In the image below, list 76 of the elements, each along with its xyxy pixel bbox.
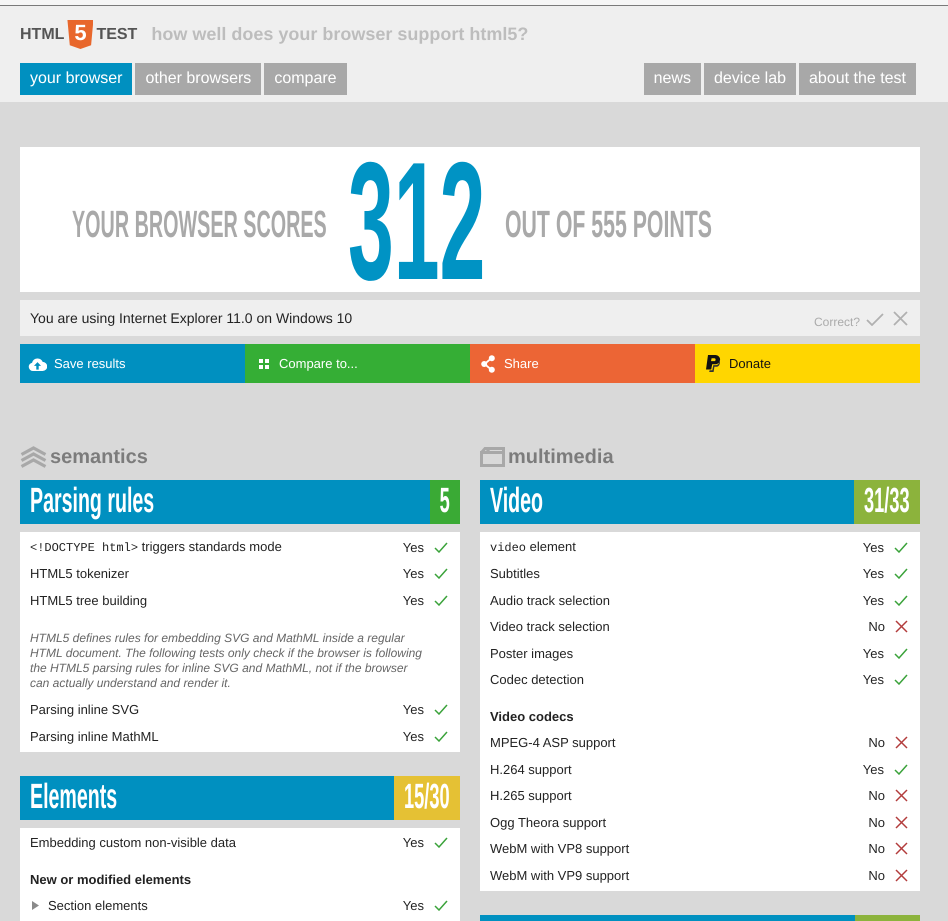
test-name: Embedding custom non-visible data xyxy=(30,835,236,850)
score-badge: 5 xyxy=(430,480,460,524)
logo-shield: 5 xyxy=(67,20,94,49)
subheading: Video codecs xyxy=(490,708,574,724)
test-name: Codec detection xyxy=(490,672,584,688)
nav-tab[interactable]: compare xyxy=(264,63,347,95)
action-button[interactable]: Compare to... xyxy=(245,344,470,383)
test-result: Yes xyxy=(862,592,884,608)
test-name: Subtitles xyxy=(490,566,540,582)
test-result: No xyxy=(868,619,885,634)
nav-tab[interactable]: about the test xyxy=(799,63,916,95)
test-name: MPEG-4 ASP support xyxy=(490,735,616,750)
test-name: Ogg Theora support xyxy=(490,814,606,830)
test-name: H.264 support xyxy=(490,762,572,777)
section-title: Elements xyxy=(30,778,118,816)
test-name: WebM with VP9 support xyxy=(490,868,630,883)
cloud-upload-icon xyxy=(28,356,47,370)
test-result: No xyxy=(868,841,885,856)
correct-prompt: Correct? xyxy=(814,314,860,328)
test-result: Yes xyxy=(862,540,884,555)
share-icon xyxy=(481,354,495,372)
score-number: 312 xyxy=(348,154,486,289)
subheading: New or modified elements xyxy=(30,872,192,887)
logo-text: HTML xyxy=(20,26,64,44)
test-result: Yes xyxy=(402,566,424,582)
expand-caret-icon[interactable] xyxy=(32,901,39,910)
section-note: HTML5 defines rules for embedding SVG and MathML inside a regular HTML document. The following tests only check if the browser is following the HTML5 parsing rules for inline SVG and MathML, not if the browser can actually understand and render it. xyxy=(30,630,423,690)
test-name: Audio track selection xyxy=(490,592,610,608)
test-name: Video track selection xyxy=(490,619,610,634)
detected-browser-text: You are using Internet Explorer 11.0 on Windows 10 xyxy=(30,310,352,326)
test-name: Poster images xyxy=(490,646,574,661)
grid-icon xyxy=(259,358,269,368)
test-result: No xyxy=(868,788,885,804)
score-caption: YOUR BROWSER SCORES xyxy=(72,206,327,244)
test-result: Yes xyxy=(862,566,884,582)
test-name: Section elements xyxy=(48,898,148,914)
section-title: Video xyxy=(490,483,544,521)
test-name: Parsing inline MathML xyxy=(30,728,159,744)
test-result: Yes xyxy=(402,728,424,744)
test-result: Yes xyxy=(862,646,884,661)
test-result: Yes xyxy=(402,702,424,718)
p-mark-icon xyxy=(704,354,722,373)
test-result: Yes xyxy=(402,540,424,555)
test-result: Yes xyxy=(862,762,884,777)
action-button[interactable]: Share xyxy=(470,344,695,383)
test-name: video element xyxy=(490,539,576,556)
test-name: <!DOCTYPE html> triggers standards mode xyxy=(30,539,282,556)
test-result: Yes xyxy=(402,835,424,850)
test-name: HTML5 tree building xyxy=(30,592,148,608)
chevrons-icon xyxy=(20,445,47,469)
test-result: Yes xyxy=(402,592,424,608)
test-name: WebM with VP8 support xyxy=(490,841,630,856)
nav-tab[interactable]: other browsers xyxy=(135,63,262,95)
category-title: semantics xyxy=(50,446,148,468)
test-name: H.265 support xyxy=(490,788,572,804)
section-title: Parsing rules xyxy=(30,483,154,521)
test-result: Yes xyxy=(402,898,424,914)
test-result: Yes xyxy=(862,672,884,688)
test-result: No xyxy=(868,814,885,830)
action-button[interactable]: Donate xyxy=(695,344,920,383)
score-caption: OUT OF 555 POINTS xyxy=(505,206,712,244)
close-icon[interactable] xyxy=(893,310,908,326)
score-badge: 31/33 xyxy=(854,480,920,524)
nav-tab[interactable]: device lab xyxy=(704,63,796,95)
test-name: HTML5 tokenizer xyxy=(30,566,129,582)
check-icon[interactable] xyxy=(866,312,884,326)
test-result: No xyxy=(868,735,885,750)
category-title: multimedia xyxy=(508,446,614,468)
test-name: Parsing inline SVG xyxy=(30,702,140,718)
nav-tab[interactable]: news xyxy=(644,63,701,95)
logo-text: TEST xyxy=(96,26,138,44)
window-icon xyxy=(480,447,505,467)
action-button[interactable]: Save results xyxy=(20,344,245,383)
test-result: No xyxy=(868,868,885,883)
score-badge: 15/30 xyxy=(394,776,460,820)
nav-tab[interactable]: your browser xyxy=(20,63,132,95)
